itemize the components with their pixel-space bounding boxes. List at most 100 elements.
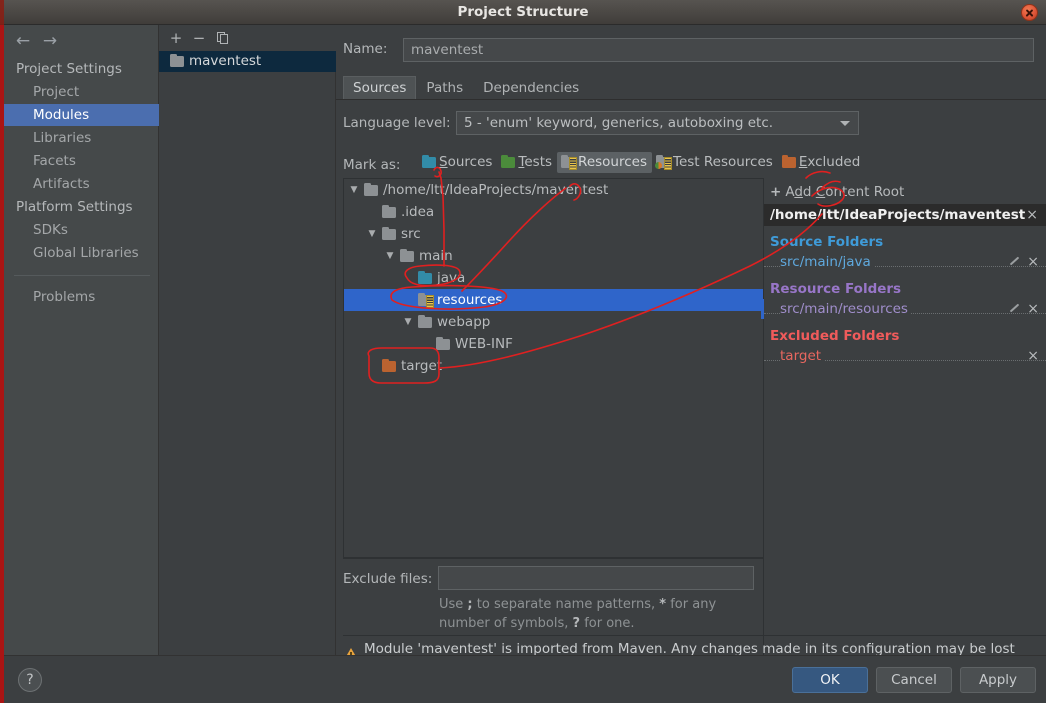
remove-content-root-icon[interactable]: ×	[1026, 204, 1038, 226]
source-folder-path: src/main/java	[780, 254, 874, 270]
sidebar-nav-arrows: ← →	[4, 25, 159, 55]
mark-as-excluded-rest: xcluded	[807, 154, 861, 170]
module-name-label: Name:	[343, 41, 388, 57]
source-folders-title: Source Folders	[770, 234, 884, 250]
tree-node-webapp[interactable]: ▼ webapp	[344, 311, 771, 333]
back-arrow-icon[interactable]: ←	[12, 31, 34, 51]
tree-node-label: target	[401, 358, 443, 374]
close-icon[interactable]	[1021, 4, 1038, 21]
language-level-value: 5 - 'enum' keyword, generics, autoboxing…	[464, 115, 774, 131]
sidebar-item-libraries[interactable]: Libraries	[4, 127, 159, 149]
remove-icon[interactable]: ×	[1027, 252, 1039, 272]
tab-dependencies[interactable]: Dependencies	[473, 76, 589, 99]
panel-divider-lower	[763, 558, 764, 635]
forward-arrow-icon[interactable]: →	[39, 31, 61, 51]
sidebar-item-problems[interactable]: Problems	[4, 286, 159, 308]
module-list-toolbar: + −	[159, 25, 336, 51]
folder-sources-icon	[418, 270, 432, 284]
exclude-files-label: Exclude files:	[343, 571, 433, 587]
window-title: Project Structure	[457, 4, 589, 20]
excluded-folders-title: Excluded Folders	[770, 328, 900, 344]
edit-icon[interactable]	[1008, 302, 1020, 314]
language-level-label: Language level:	[343, 115, 451, 131]
tree-node-label: /home/ltt/IdeaProjects/maventest	[383, 182, 609, 198]
editor-tabs: Sources Paths Dependencies	[343, 76, 1046, 100]
add-content-root-button[interactable]: + Add Content Root	[770, 182, 904, 202]
folder-grey-icon	[436, 336, 450, 350]
mark-as-tests-rest: ests	[524, 154, 553, 170]
sidebar-item-global-libraries[interactable]: Global Libraries	[4, 242, 159, 264]
remove-icon[interactable]: ×	[1027, 346, 1039, 366]
tree-node-idea[interactable]: .idea	[344, 201, 771, 223]
mark-as-tests-button[interactable]: Tests	[497, 152, 557, 173]
apply-button[interactable]: Apply	[960, 667, 1036, 693]
tree-node-resources[interactable]: resources	[344, 289, 771, 311]
exclude-files-input[interactable]	[438, 566, 754, 590]
sidebar-item-sdks[interactable]: SDKs	[4, 219, 159, 241]
project-structure-dialog: Project Structure ← → Project Settings P…	[0, 0, 1046, 703]
tree-bottom-divider	[343, 558, 764, 559]
tab-sources[interactable]: Sources	[343, 76, 417, 99]
excluded-folder-item[interactable]: target ×	[764, 346, 1046, 366]
edit-icon[interactable]	[1008, 255, 1020, 267]
tree-node-web-inf[interactable]: WEB-INF	[344, 333, 771, 355]
copy-glyph	[216, 32, 230, 45]
tree-node-label: src	[401, 226, 421, 242]
folder-excluded-icon	[781, 154, 796, 168]
sidebar-group-project-settings: Project Settings	[16, 61, 122, 77]
module-name-input[interactable]: maventest	[403, 38, 1034, 62]
chevron-down-icon[interactable]: ▼	[348, 179, 360, 201]
source-folder-item[interactable]: src/main/java ×	[764, 252, 1046, 272]
tab-paths[interactable]: Paths	[416, 76, 473, 99]
ok-button[interactable]: OK	[792, 667, 868, 693]
hint-part-5: for one.	[580, 616, 635, 631]
chevron-down-icon[interactable]: ▼	[384, 245, 396, 267]
folder-sources-icon	[422, 154, 436, 168]
language-level-select[interactable]: 5 - 'enum' keyword, generics, autoboxing…	[456, 111, 859, 135]
chevron-down-icon[interactable]: ▼	[366, 223, 378, 245]
folder-grey-icon	[382, 204, 396, 218]
mark-as-sources-rest: ources	[447, 154, 493, 170]
resource-folder-path: src/main/resources	[780, 301, 911, 317]
title-bar: Project Structure	[0, 0, 1046, 25]
module-list-item-maventest[interactable]: maventest	[159, 51, 336, 72]
sidebar-item-artifacts[interactable]: Artifacts	[4, 173, 159, 195]
hint-part-1: Use	[439, 597, 468, 612]
hint-question: ?	[572, 616, 581, 631]
mark-as-resources-button[interactable]: Resources	[557, 152, 652, 173]
tree-node-label: resources	[437, 292, 503, 308]
tree-node-java[interactable]: java	[344, 267, 771, 289]
cancel-button[interactable]: Cancel	[876, 667, 952, 693]
sidebar-item-modules[interactable]: Modules	[4, 104, 159, 126]
mark-as-excluded-button[interactable]: Excluded	[778, 152, 865, 173]
mark-as-label: Mark as:	[343, 157, 401, 173]
sidebar-divider	[14, 275, 150, 276]
copy-module-icon[interactable]	[214, 29, 232, 47]
selected-row-marker	[761, 299, 764, 319]
tree-node-src[interactable]: ▼ src	[344, 223, 771, 245]
tree-node-main[interactable]: ▼ main	[344, 245, 771, 267]
module-list-panel: + − maventest	[159, 25, 336, 655]
sidebar-item-facets[interactable]: Facets	[4, 150, 159, 172]
tree-node-target[interactable]: target	[344, 355, 771, 377]
sidebar-item-project[interactable]: Project	[4, 81, 159, 103]
resource-folders-title: Resource Folders	[770, 281, 902, 297]
editor-bottom-divider	[343, 635, 1046, 636]
resource-folder-item[interactable]: src/main/resources ×	[764, 299, 1046, 319]
module-label: maventest	[189, 53, 262, 69]
tree-node-label: main	[419, 248, 453, 264]
mark-as-sources-button[interactable]: Sources	[418, 152, 497, 173]
add-module-icon[interactable]: +	[167, 29, 185, 47]
chevron-down-icon[interactable]: ▼	[402, 311, 414, 333]
mark-as-test-resources-button[interactable]: Test Resources	[652, 152, 778, 173]
folder-resources-icon	[418, 292, 434, 308]
content-tree: ▼ /home/ltt/IdeaProjects/maventest .idea…	[343, 178, 771, 558]
exclude-files-hint: Use ; to separate name patterns, * for a…	[439, 595, 759, 633]
help-button[interactable]: ?	[18, 668, 42, 692]
remove-module-icon[interactable]: −	[190, 29, 208, 47]
remove-icon[interactable]: ×	[1027, 299, 1039, 319]
excluded-folder-path: target	[780, 348, 825, 364]
tree-node-label: WEB-INF	[455, 336, 513, 352]
tree-node-content-root[interactable]: ▼ /home/ltt/IdeaProjects/maventest	[344, 179, 771, 201]
tabs-underline	[336, 99, 1046, 100]
